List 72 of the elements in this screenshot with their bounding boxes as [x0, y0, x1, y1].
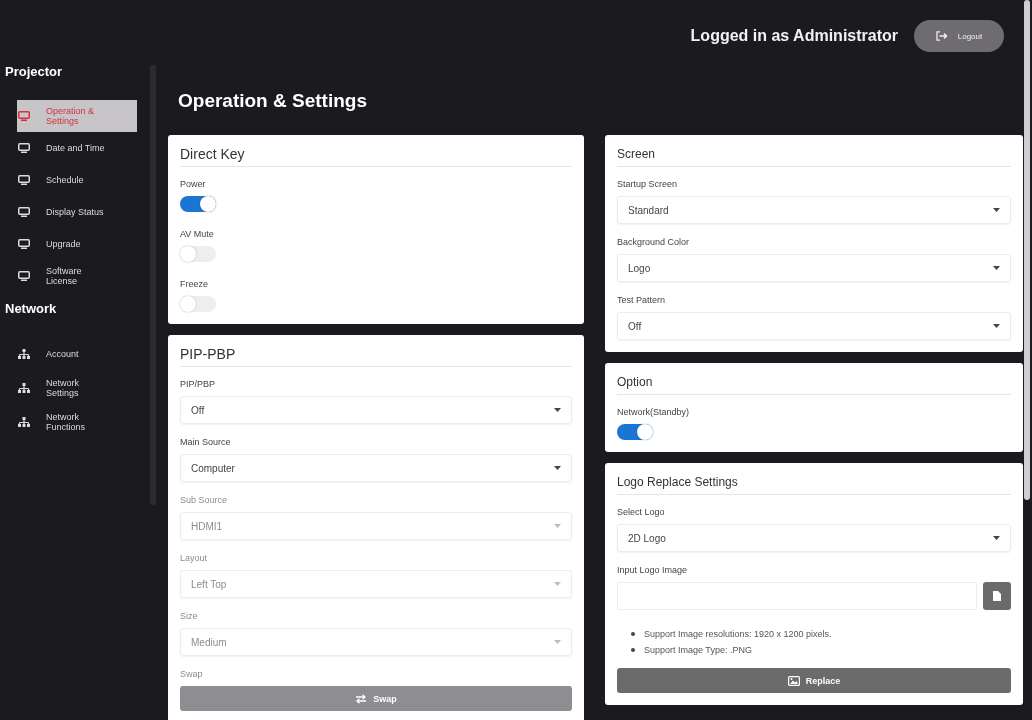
nav-section-heading: Network — [4, 301, 58, 317]
file-icon — [993, 591, 1001, 601]
toggle-switch[interactable] — [180, 246, 216, 262]
sitemap-icon — [18, 417, 30, 427]
field-label: Power — [180, 178, 206, 191]
monitor-icon — [18, 143, 30, 153]
field-label: Layout — [180, 552, 208, 565]
nav-item[interactable]: Account — [17, 337, 137, 371]
sitemap-icon — [18, 383, 30, 393]
monitor-icon — [18, 111, 30, 121]
caret-icon — [993, 536, 1000, 540]
monitor-icon — [18, 175, 30, 185]
dropdown-field[interactable]: 2D Logo — [617, 524, 1011, 552]
logout-icon — [935, 31, 948, 41]
caret-icon — [993, 266, 1000, 270]
card-title: Direct Key — [180, 145, 572, 167]
nav-item[interactable]: Software License — [17, 260, 137, 292]
page-scrollbar[interactable] — [1024, 0, 1030, 500]
field-label: Background Color — [617, 236, 690, 249]
replace-button[interactable]: Replace — [617, 668, 1011, 693]
caret-icon — [554, 408, 561, 412]
nav-item[interactable]: Date and Time — [17, 132, 137, 164]
toggle-switch[interactable] — [180, 196, 216, 212]
monitor-icon — [18, 207, 30, 217]
field-label: Startup Screen — [617, 178, 678, 191]
bullet-icon — [631, 632, 635, 636]
note-text: Support Image resolutions: 1920 x 1200 pixels. — [644, 628, 832, 641]
field-label: Select Logo — [617, 506, 665, 519]
note-text: Support Image Type: .PNG — [644, 644, 752, 657]
field-label: Swap — [180, 668, 203, 681]
sitemap-icon — [18, 349, 30, 359]
bullet-icon — [631, 648, 635, 652]
toggle-switch[interactable] — [180, 296, 216, 312]
caret-icon — [554, 524, 561, 528]
field-label: Main Source — [180, 436, 231, 449]
caret-icon — [993, 324, 1000, 328]
field-label: AV Mute — [180, 228, 214, 241]
nav-item[interactable]: Schedule — [17, 164, 137, 196]
field-label: Network(Standby) — [617, 406, 690, 419]
caret-icon — [554, 640, 561, 644]
monitor-icon — [18, 239, 30, 249]
page-title: Operation & Settings — [178, 89, 368, 113]
card-title: PIP-PBP — [180, 345, 572, 367]
file-browse-button[interactable] — [983, 582, 1011, 610]
monitor-icon — [18, 271, 30, 281]
field-label: Input Logo Image — [617, 564, 688, 577]
nav-item[interactable]: Display Status — [17, 196, 137, 228]
nav-item[interactable]: Network Functions — [17, 405, 137, 439]
toggle-switch[interactable] — [617, 424, 653, 440]
card-title: Screen — [617, 145, 1011, 167]
caret-icon — [554, 466, 561, 470]
field-label: Sub Source — [180, 494, 228, 507]
field-label: Test Pattern — [617, 294, 666, 307]
login-status-text: Logged in as Administrator — [690, 27, 898, 45]
nav-section-heading: Projector — [4, 63, 64, 80]
field-label: Size — [180, 610, 198, 623]
dropdown-field[interactable]: Off — [617, 312, 1011, 340]
dropdown-field[interactable]: Standard — [617, 196, 1011, 224]
dropdown-field[interactable]: Computer — [180, 454, 572, 482]
nav-item[interactable]: Upgrade — [17, 228, 137, 260]
swap-icon — [355, 693, 368, 704]
caret-icon — [993, 208, 1000, 212]
caret-icon — [554, 582, 561, 586]
card-title: Logo Replace Settings — [617, 473, 1011, 495]
field-label: PIP/PBP — [180, 378, 215, 391]
field-label: Freeze — [180, 278, 208, 291]
nav-item[interactable]: Network Settings — [17, 371, 137, 405]
card-title: Option — [617, 373, 1011, 395]
image-icon — [787, 675, 800, 686]
logout-button[interactable]: Logout — [914, 20, 1004, 52]
dropdown-field[interactable]: Logo — [617, 254, 1011, 282]
dropdown-field[interactable]: Off — [180, 396, 572, 424]
